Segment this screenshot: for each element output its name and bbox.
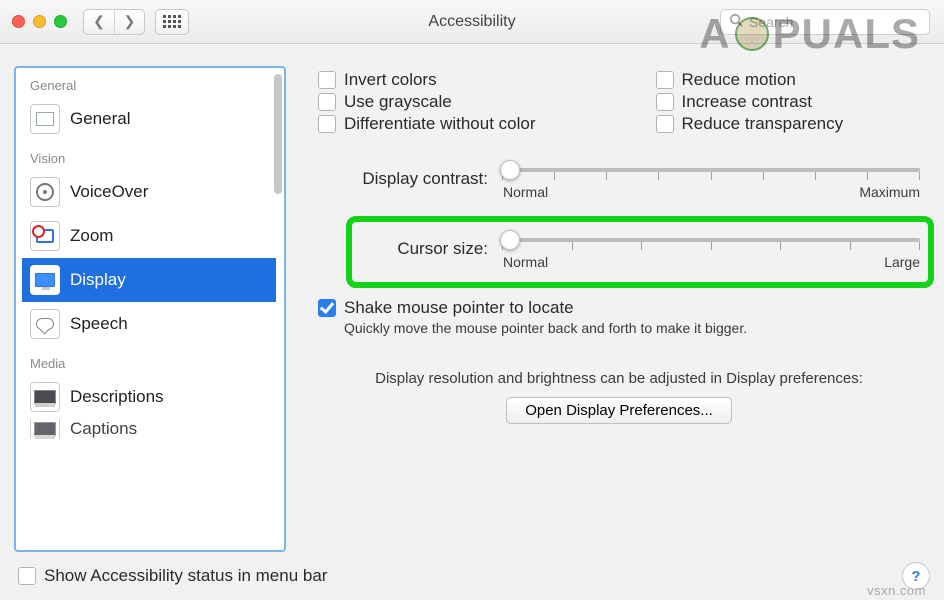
checkbox-icon xyxy=(656,71,674,89)
help-button[interactable]: ? xyxy=(902,562,930,590)
display-contrast-slider[interactable] xyxy=(502,158,920,182)
voiceover-icon xyxy=(36,183,54,201)
sidebar-item-general[interactable]: General xyxy=(22,97,276,141)
slider-min-label: Normal xyxy=(503,184,548,200)
search-input[interactable]: Search xyxy=(720,9,930,35)
sidebar-group-media: Media xyxy=(22,346,276,375)
general-icon xyxy=(36,112,54,126)
checkbox-label: Increase contrast xyxy=(682,92,812,112)
checkbox-label: Reduce motion xyxy=(682,70,796,90)
sidebar-item-label: Display xyxy=(70,270,126,290)
cursor-size-slider[interactable] xyxy=(502,228,920,252)
checkbox-use-grayscale[interactable]: Use grayscale xyxy=(318,92,536,112)
checkbox-show-accessibility-status[interactable]: Show Accessibility status in menu bar xyxy=(18,566,327,586)
sidebar-item-label: Zoom xyxy=(70,226,113,246)
checkbox-label: Use grayscale xyxy=(344,92,452,112)
display-contrast-label: Display contrast: xyxy=(318,169,488,189)
checkbox-label: Shake mouse pointer to locate xyxy=(344,298,574,318)
sidebar-item-speech[interactable]: Speech xyxy=(22,302,276,346)
sidebar-item-voiceover[interactable]: VoiceOver xyxy=(22,170,276,214)
window-zoom-button[interactable] xyxy=(54,15,67,28)
sidebar-group-vision: Vision xyxy=(22,141,276,170)
back-button[interactable]: ❮ xyxy=(84,10,114,34)
window-close-button[interactable] xyxy=(12,15,25,28)
slider-min-label: Normal xyxy=(503,254,548,270)
display-resolution-note: Display resolution and brightness can be… xyxy=(308,370,930,387)
checkbox-label: Reduce transparency xyxy=(682,114,844,134)
slider-max-label: Maximum xyxy=(859,184,920,200)
window-minimize-button[interactable] xyxy=(33,15,46,28)
checkbox-reduce-motion[interactable]: Reduce motion xyxy=(656,70,844,90)
cursor-size-label: Cursor size: xyxy=(318,239,488,259)
show-all-button[interactable] xyxy=(155,9,189,35)
search-icon xyxy=(729,13,743,31)
checkbox-icon xyxy=(318,71,336,89)
sidebar-item-label: Captions xyxy=(70,419,137,439)
checkbox-icon xyxy=(18,567,36,585)
checkbox-icon xyxy=(656,93,674,111)
sidebar-item-label: Speech xyxy=(70,314,128,334)
checkbox-icon xyxy=(656,115,674,133)
sidebar-item-descriptions[interactable]: Descriptions xyxy=(22,375,276,419)
captions-icon xyxy=(34,422,56,436)
open-display-preferences-button[interactable]: Open Display Preferences... xyxy=(506,397,732,424)
slider-max-label: Large xyxy=(884,254,920,270)
search-placeholder: Search xyxy=(749,14,793,30)
checkbox-invert-colors[interactable]: Invert colors xyxy=(318,70,536,90)
checkbox-label: Show Accessibility status in menu bar xyxy=(44,566,327,586)
checkbox-increase-contrast[interactable]: Increase contrast xyxy=(656,92,844,112)
checkbox-icon xyxy=(318,299,336,317)
checkbox-shake-mouse[interactable]: Shake mouse pointer to locate xyxy=(318,298,920,318)
window-title: Accessibility xyxy=(428,13,515,31)
titlebar: ❮ ❯ Accessibility Search xyxy=(0,0,944,44)
checkbox-reduce-transparency[interactable]: Reduce transparency xyxy=(656,114,844,134)
descriptions-icon xyxy=(34,390,56,404)
sidebar: General General Vision VoiceOver Zoom Di… xyxy=(14,66,286,552)
checkbox-label: Invert colors xyxy=(344,70,437,90)
sidebar-item-label: Descriptions xyxy=(70,387,164,407)
checkbox-differentiate-without-color[interactable]: Differentiate without color xyxy=(318,114,536,134)
checkbox-icon xyxy=(318,93,336,111)
shake-mouse-description: Quickly move the mouse pointer back and … xyxy=(344,320,920,336)
grid-icon xyxy=(163,15,181,28)
sidebar-scrollbar[interactable] xyxy=(274,74,282,194)
display-icon xyxy=(35,273,55,287)
sidebar-item-label: VoiceOver xyxy=(70,182,148,202)
speech-icon xyxy=(36,318,54,330)
sidebar-item-zoom[interactable]: Zoom xyxy=(22,214,276,258)
sidebar-item-captions[interactable]: Captions xyxy=(22,419,276,439)
forward-button[interactable]: ❯ xyxy=(114,10,144,34)
nav-segment: ❮ ❯ xyxy=(83,9,145,35)
settings-panel: Invert colors Use grayscale Differentiat… xyxy=(308,66,930,552)
checkbox-icon xyxy=(318,115,336,133)
sidebar-item-display[interactable]: Display xyxy=(22,258,276,302)
sidebar-group-general: General xyxy=(22,68,276,97)
zoom-icon xyxy=(36,229,54,243)
sidebar-item-label: General xyxy=(70,109,130,129)
checkbox-label: Differentiate without color xyxy=(344,114,536,134)
